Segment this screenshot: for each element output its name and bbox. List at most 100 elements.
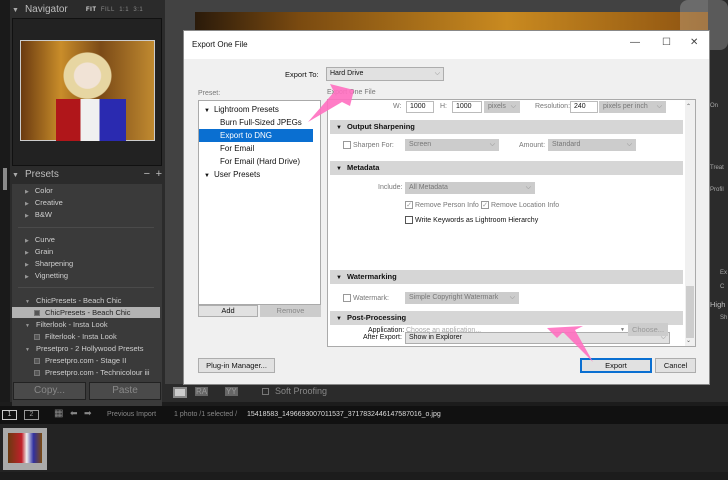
- amount-select[interactable]: Standard ⌵: [548, 139, 636, 151]
- right-panel-label: Sh: [720, 315, 728, 321]
- preset-item-selected[interactable]: ChicPresets - Beach Chic: [12, 307, 160, 318]
- sharpen-for-checkbox[interactable]: Sharpen For:: [343, 141, 394, 149]
- resolution-unit-select[interactable]: pixels per inch ⌵: [599, 101, 666, 113]
- paste-button[interactable]: Paste: [89, 382, 161, 400]
- watermark-select[interactable]: Simple Copyright Watermark ⌵: [405, 292, 519, 304]
- right-panel-label: C: [720, 284, 725, 290]
- plugin-manager-button[interactable]: Plug-in Manager...: [198, 358, 275, 373]
- dialog-titlebar: Export One File — ☐ ✕: [184, 31, 709, 59]
- right-panel-label: Ex: [720, 270, 728, 276]
- preset-group[interactable]: ▼ User Presets: [199, 168, 313, 181]
- right-panel: On Treat Profil Ex C High Sh: [708, 0, 728, 402]
- export-to-label: Export To:: [285, 70, 319, 79]
- width-input[interactable]: 1000: [406, 101, 434, 113]
- zoom-fill[interactable]: FILL: [101, 7, 115, 13]
- presets-header[interactable]: ▼ Presets − +: [12, 168, 164, 185]
- preset-item[interactable]: Filterlook - Insta Look: [12, 331, 160, 342]
- preset-folder[interactable]: ▶ Sharpening: [12, 258, 160, 269]
- preset-tree-item[interactable]: For Email: [199, 142, 313, 155]
- status-bar: 1 2 ▦ ⬅ ➡ Previous Import 1 photo /1 sel…: [0, 406, 728, 424]
- size-unit-select[interactable]: pixels ⌵: [484, 101, 520, 113]
- preset-tree-item[interactable]: Burn Full-Sized JPEGs: [199, 116, 313, 129]
- minimize-icon[interactable]: —: [630, 37, 640, 48]
- include-label: Include:: [378, 184, 403, 191]
- close-icon[interactable]: ✕: [690, 37, 698, 48]
- zoom-3-1[interactable]: 3:1: [133, 7, 143, 13]
- cancel-button[interactable]: Cancel: [655, 358, 696, 373]
- preset-tree-item-selected[interactable]: Export to DNG: [199, 129, 313, 142]
- dialog-title: Export One File: [192, 40, 248, 49]
- application-label: Application:: [368, 327, 405, 334]
- write-keywords-checkbox[interactable]: Write Keywords as Lightroom Hierarchy: [405, 216, 538, 224]
- source-label[interactable]: Previous Import: [107, 411, 156, 418]
- navigator-title: Navigator: [24, 4, 68, 15]
- zoom-fit[interactable]: FIT: [86, 7, 97, 13]
- main-photo: [195, 12, 715, 32]
- right-panel-label: High: [710, 300, 726, 309]
- after-export-label: After Export:: [363, 334, 402, 341]
- choose-application-button[interactable]: Choose...: [628, 323, 668, 336]
- maximize-icon[interactable]: ☐: [662, 37, 671, 48]
- preset-folder[interactable]: ▶ Creative: [12, 197, 160, 208]
- rating-flags[interactable]: RA: [195, 387, 209, 396]
- preset-folder[interactable]: ▶ Vignetting: [12, 270, 160, 281]
- right-panel-label: Treat: [710, 165, 724, 171]
- selection-count: 1 photo /1 selected /: [174, 411, 238, 418]
- left-panel-scrollbar[interactable]: [0, 0, 10, 402]
- preset-folder-open[interactable]: ▼ Filterlook - Insta Look: [12, 319, 160, 330]
- annotation-arrow: [547, 326, 593, 362]
- remove-person-info-checkbox[interactable]: ✓ Remove Person Info: [405, 201, 479, 209]
- height-input[interactable]: 1000: [452, 101, 482, 113]
- preset-folder-open[interactable]: ▼ Presetpro - 2 Hollywood Presets: [12, 343, 160, 354]
- sharpen-for-select[interactable]: Screen ⌵: [405, 139, 499, 151]
- window-1-button[interactable]: 1: [2, 410, 17, 420]
- preset-item[interactable]: Presetpro.com - Technicolour iii: [12, 367, 160, 378]
- remove-preset-button[interactable]: Remove: [260, 305, 321, 317]
- preset-folder-open[interactable]: ▼ ChicPresets - Beach Chic: [12, 295, 160, 306]
- back-arrow-icon[interactable]: ⬅: [70, 408, 78, 419]
- add-preset-button[interactable]: Add: [198, 305, 258, 317]
- presets-list: ▶ Color ▶ Creative ▶ B&W ▶ Curve ▶ Grain ▶ Sha…: [12, 184, 162, 414]
- application-input[interactable]: Choose an application...: [406, 327, 481, 334]
- grid-icon[interactable]: ▦: [54, 408, 63, 419]
- before-after-icon[interactable]: YY: [225, 387, 238, 396]
- preset-folder[interactable]: ▶ Grain: [12, 246, 160, 257]
- preset-item[interactable]: Presetpro.com - Stage II: [12, 355, 160, 366]
- preset-tree: ▼ Lightroom Presets Burn Full-Sized JPEGs…: [198, 100, 321, 305]
- preset-folder[interactable]: ▶ B&W: [12, 209, 160, 220]
- window-2-button[interactable]: 2: [24, 410, 39, 420]
- application-dropdown-icon[interactable]: ▼: [620, 327, 625, 333]
- filename[interactable]: 15418583_1496693007011537_37178324461475…: [247, 411, 441, 418]
- preset-group[interactable]: ▼ Lightroom Presets: [199, 103, 313, 116]
- zoom-1-1[interactable]: 1:1: [119, 7, 129, 13]
- export-dialog: Export One File — ☐ ✕ Export To: Hard Dr…: [183, 30, 710, 385]
- soft-proofing-checkbox[interactable]: [262, 388, 269, 395]
- divider: [18, 287, 154, 288]
- section-metadata[interactable]: ▼ Metadata: [330, 161, 683, 175]
- settings-scrollbar[interactable]: ⌃ ⌄: [685, 100, 695, 346]
- watermark-checkbox[interactable]: Watermark:: [343, 294, 389, 302]
- resolution-input[interactable]: 240: [570, 101, 598, 113]
- remove-location-info-checkbox[interactable]: ✓ Remove Location Info: [481, 201, 559, 209]
- forward-arrow-icon[interactable]: ➡: [84, 408, 92, 419]
- section-watermarking[interactable]: ▼ Watermarking: [330, 270, 683, 284]
- preset-tree-item[interactable]: For Email (Hard Drive): [199, 155, 313, 168]
- presets-title: Presets: [24, 169, 59, 180]
- remove-preset-icon[interactable]: −: [144, 168, 150, 180]
- include-metadata-select[interactable]: All Metadata ⌵: [405, 182, 535, 194]
- filmstrip-thumbnail[interactable]: [3, 428, 47, 470]
- copy-button[interactable]: Copy...: [13, 382, 86, 400]
- soft-proofing-label: Soft Proofing: [275, 386, 328, 396]
- filmstrip: [0, 424, 728, 472]
- preset-folder[interactable]: ▶ Color: [12, 185, 160, 196]
- export-to-select[interactable]: Hard Drive ⌵: [326, 67, 444, 81]
- section-output-sharpening[interactable]: ▼ Output Sharpening: [330, 120, 683, 134]
- navigator-preview-image[interactable]: [20, 40, 155, 141]
- preset-folder[interactable]: ▶ Curve: [12, 234, 160, 245]
- loupe-view-icon[interactable]: [173, 387, 187, 398]
- right-panel-label: On: [710, 103, 719, 109]
- add-preset-icon[interactable]: +: [156, 168, 162, 180]
- toolbar: RA YY Soft Proofing: [165, 384, 708, 402]
- divider: [18, 227, 154, 228]
- preset-label: Preset:: [198, 90, 221, 97]
